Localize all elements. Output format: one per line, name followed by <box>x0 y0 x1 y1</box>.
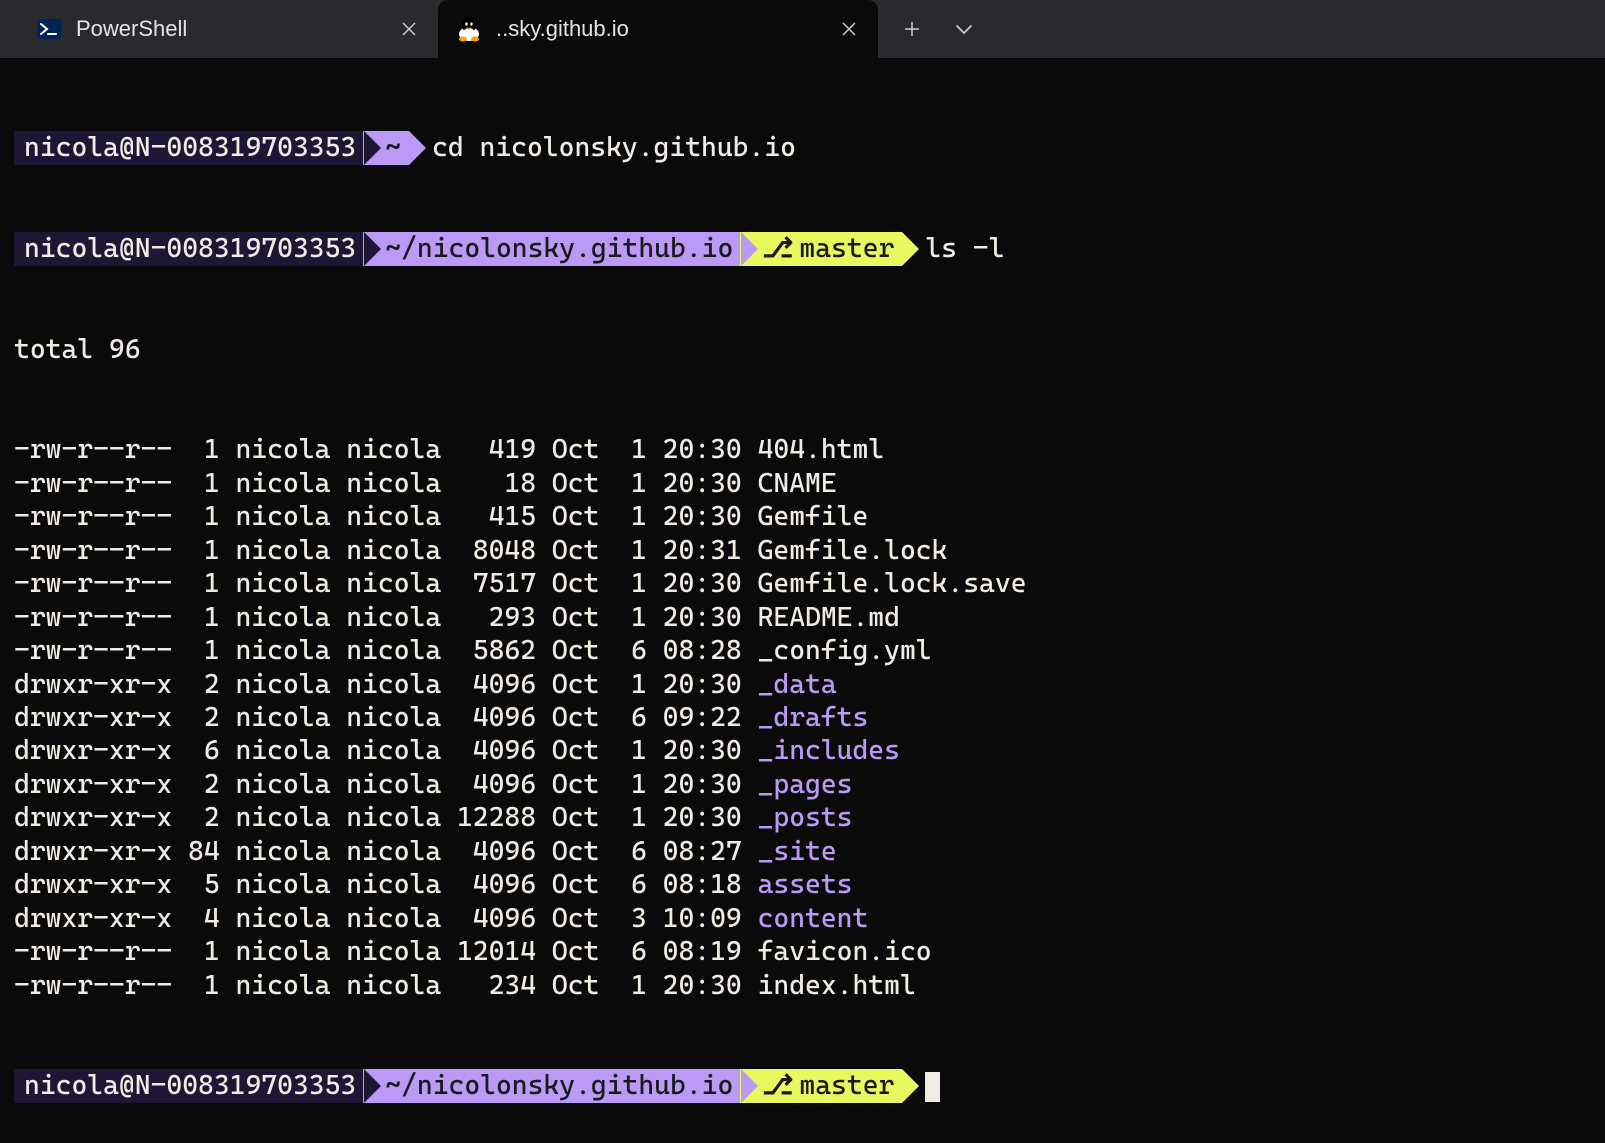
directory-name: assets <box>758 869 853 900</box>
list-item: -rw-r--r-- 1 nicola nicola 234 Oct 1 20:… <box>14 969 1591 1002</box>
list-item: drwxr-xr-x 2 nicola nicola 12288 Oct 1 2… <box>14 801 1591 834</box>
git-branch-icon: ⎇ <box>762 1069 793 1102</box>
list-item: drwxr-xr-x 4 nicola nicola 4096 Oct 3 10… <box>14 902 1591 935</box>
list-item: -rw-r--r-- 1 nicola nicola 7517 Oct 1 20… <box>14 567 1591 600</box>
list-item: -rw-r--r-- 1 nicola nicola 293 Oct 1 20:… <box>14 601 1591 634</box>
list-item: drwxr-xr-x 2 nicola nicola 4096 Oct 6 09… <box>14 701 1591 734</box>
directory-name: _includes <box>758 735 900 766</box>
list-item: -rw-r--r-- 1 nicola nicola 12014 Oct 6 0… <box>14 935 1591 968</box>
close-icon[interactable] <box>394 14 424 44</box>
file-name: 404.html <box>758 434 885 465</box>
file-listing: -rw-r--r-- 1 nicola nicola 419 Oct 1 20:… <box>14 433 1591 1002</box>
titlebar: PowerShell ..sky.github.io <box>0 0 1605 58</box>
cursor <box>925 1072 940 1102</box>
directory-name: _posts <box>758 802 853 833</box>
terminal-body[interactable]: nicola@N-008319703353~cd nicolonsky.gith… <box>0 58 1605 1143</box>
prompt-branch: ⎇master <box>740 1069 902 1103</box>
powershell-icon <box>36 16 62 42</box>
directory-name: content <box>758 903 869 934</box>
prompt-user: nicola@N-008319703353 <box>14 131 364 165</box>
list-item: drwxr-xr-x 84 nicola nicola 4096 Oct 6 0… <box>14 835 1591 868</box>
directory-name: _drafts <box>758 702 869 733</box>
list-item: -rw-r--r-- 1 nicola nicola 5862 Oct 6 08… <box>14 634 1591 667</box>
list-item: -rw-r--r-- 1 nicola nicola 8048 Oct 1 20… <box>14 534 1591 567</box>
ls-total: total 96 <box>14 333 1591 366</box>
directory-name: _data <box>758 669 837 700</box>
file-name: Gemfile.lock.save <box>758 568 1027 599</box>
file-name: index.html <box>758 970 916 1001</box>
file-name: README.md <box>758 602 900 633</box>
tab-title: ..sky.github.io <box>496 16 820 42</box>
list-item: -rw-r--r-- 1 nicola nicola 419 Oct 1 20:… <box>14 433 1591 466</box>
directory-name: _pages <box>758 769 853 800</box>
command-text: ls -l <box>925 233 1004 264</box>
tux-icon <box>456 16 482 42</box>
tab-powershell[interactable]: PowerShell <box>18 0 438 58</box>
tab-linux-terminal[interactable]: ..sky.github.io <box>438 0 878 58</box>
file-name: favicon.ico <box>758 936 932 967</box>
tab-title: PowerShell <box>76 16 380 42</box>
list-item: -rw-r--r-- 1 nicola nicola 415 Oct 1 20:… <box>14 500 1591 533</box>
file-name: Gemfile <box>758 501 869 532</box>
file-name: CNAME <box>758 468 837 499</box>
close-icon[interactable] <box>834 14 864 44</box>
prompt-branch: ⎇master <box>740 232 902 266</box>
prompt-line: nicola@N-008319703353~/nicolonsky.github… <box>14 1069 1591 1103</box>
git-branch-icon: ⎇ <box>762 232 793 265</box>
list-item: drwxr-xr-x 2 nicola nicola 4096 Oct 1 20… <box>14 668 1591 701</box>
list-item: drwxr-xr-x 2 nicola nicola 4096 Oct 1 20… <box>14 768 1591 801</box>
prompt-line: nicola@N-008319703353~cd nicolonsky.gith… <box>14 131 1591 165</box>
file-name: Gemfile.lock <box>758 535 948 566</box>
prompt-user: nicola@N-008319703353 <box>14 232 364 266</box>
prompt-line: nicola@N-008319703353~/nicolonsky.github… <box>14 232 1591 266</box>
list-item: drwxr-xr-x 5 nicola nicola 4096 Oct 6 08… <box>14 868 1591 901</box>
file-name: _config.yml <box>758 635 932 666</box>
new-tab-button[interactable] <box>896 13 928 45</box>
list-item: -rw-r--r-- 1 nicola nicola 18 Oct 1 20:3… <box>14 467 1591 500</box>
list-item: drwxr-xr-x 6 nicola nicola 4096 Oct 1 20… <box>14 734 1591 767</box>
directory-name: _site <box>758 836 837 867</box>
prompt-user: nicola@N-008319703353 <box>14 1069 364 1103</box>
titlebar-actions <box>896 13 980 45</box>
command-text: cd nicolonsky.github.io <box>432 132 796 163</box>
prompt-path: ~/nicolonsky.github.io <box>363 1069 741 1103</box>
dropdown-button[interactable] <box>948 13 980 45</box>
prompt-path: ~/nicolonsky.github.io <box>363 232 741 266</box>
